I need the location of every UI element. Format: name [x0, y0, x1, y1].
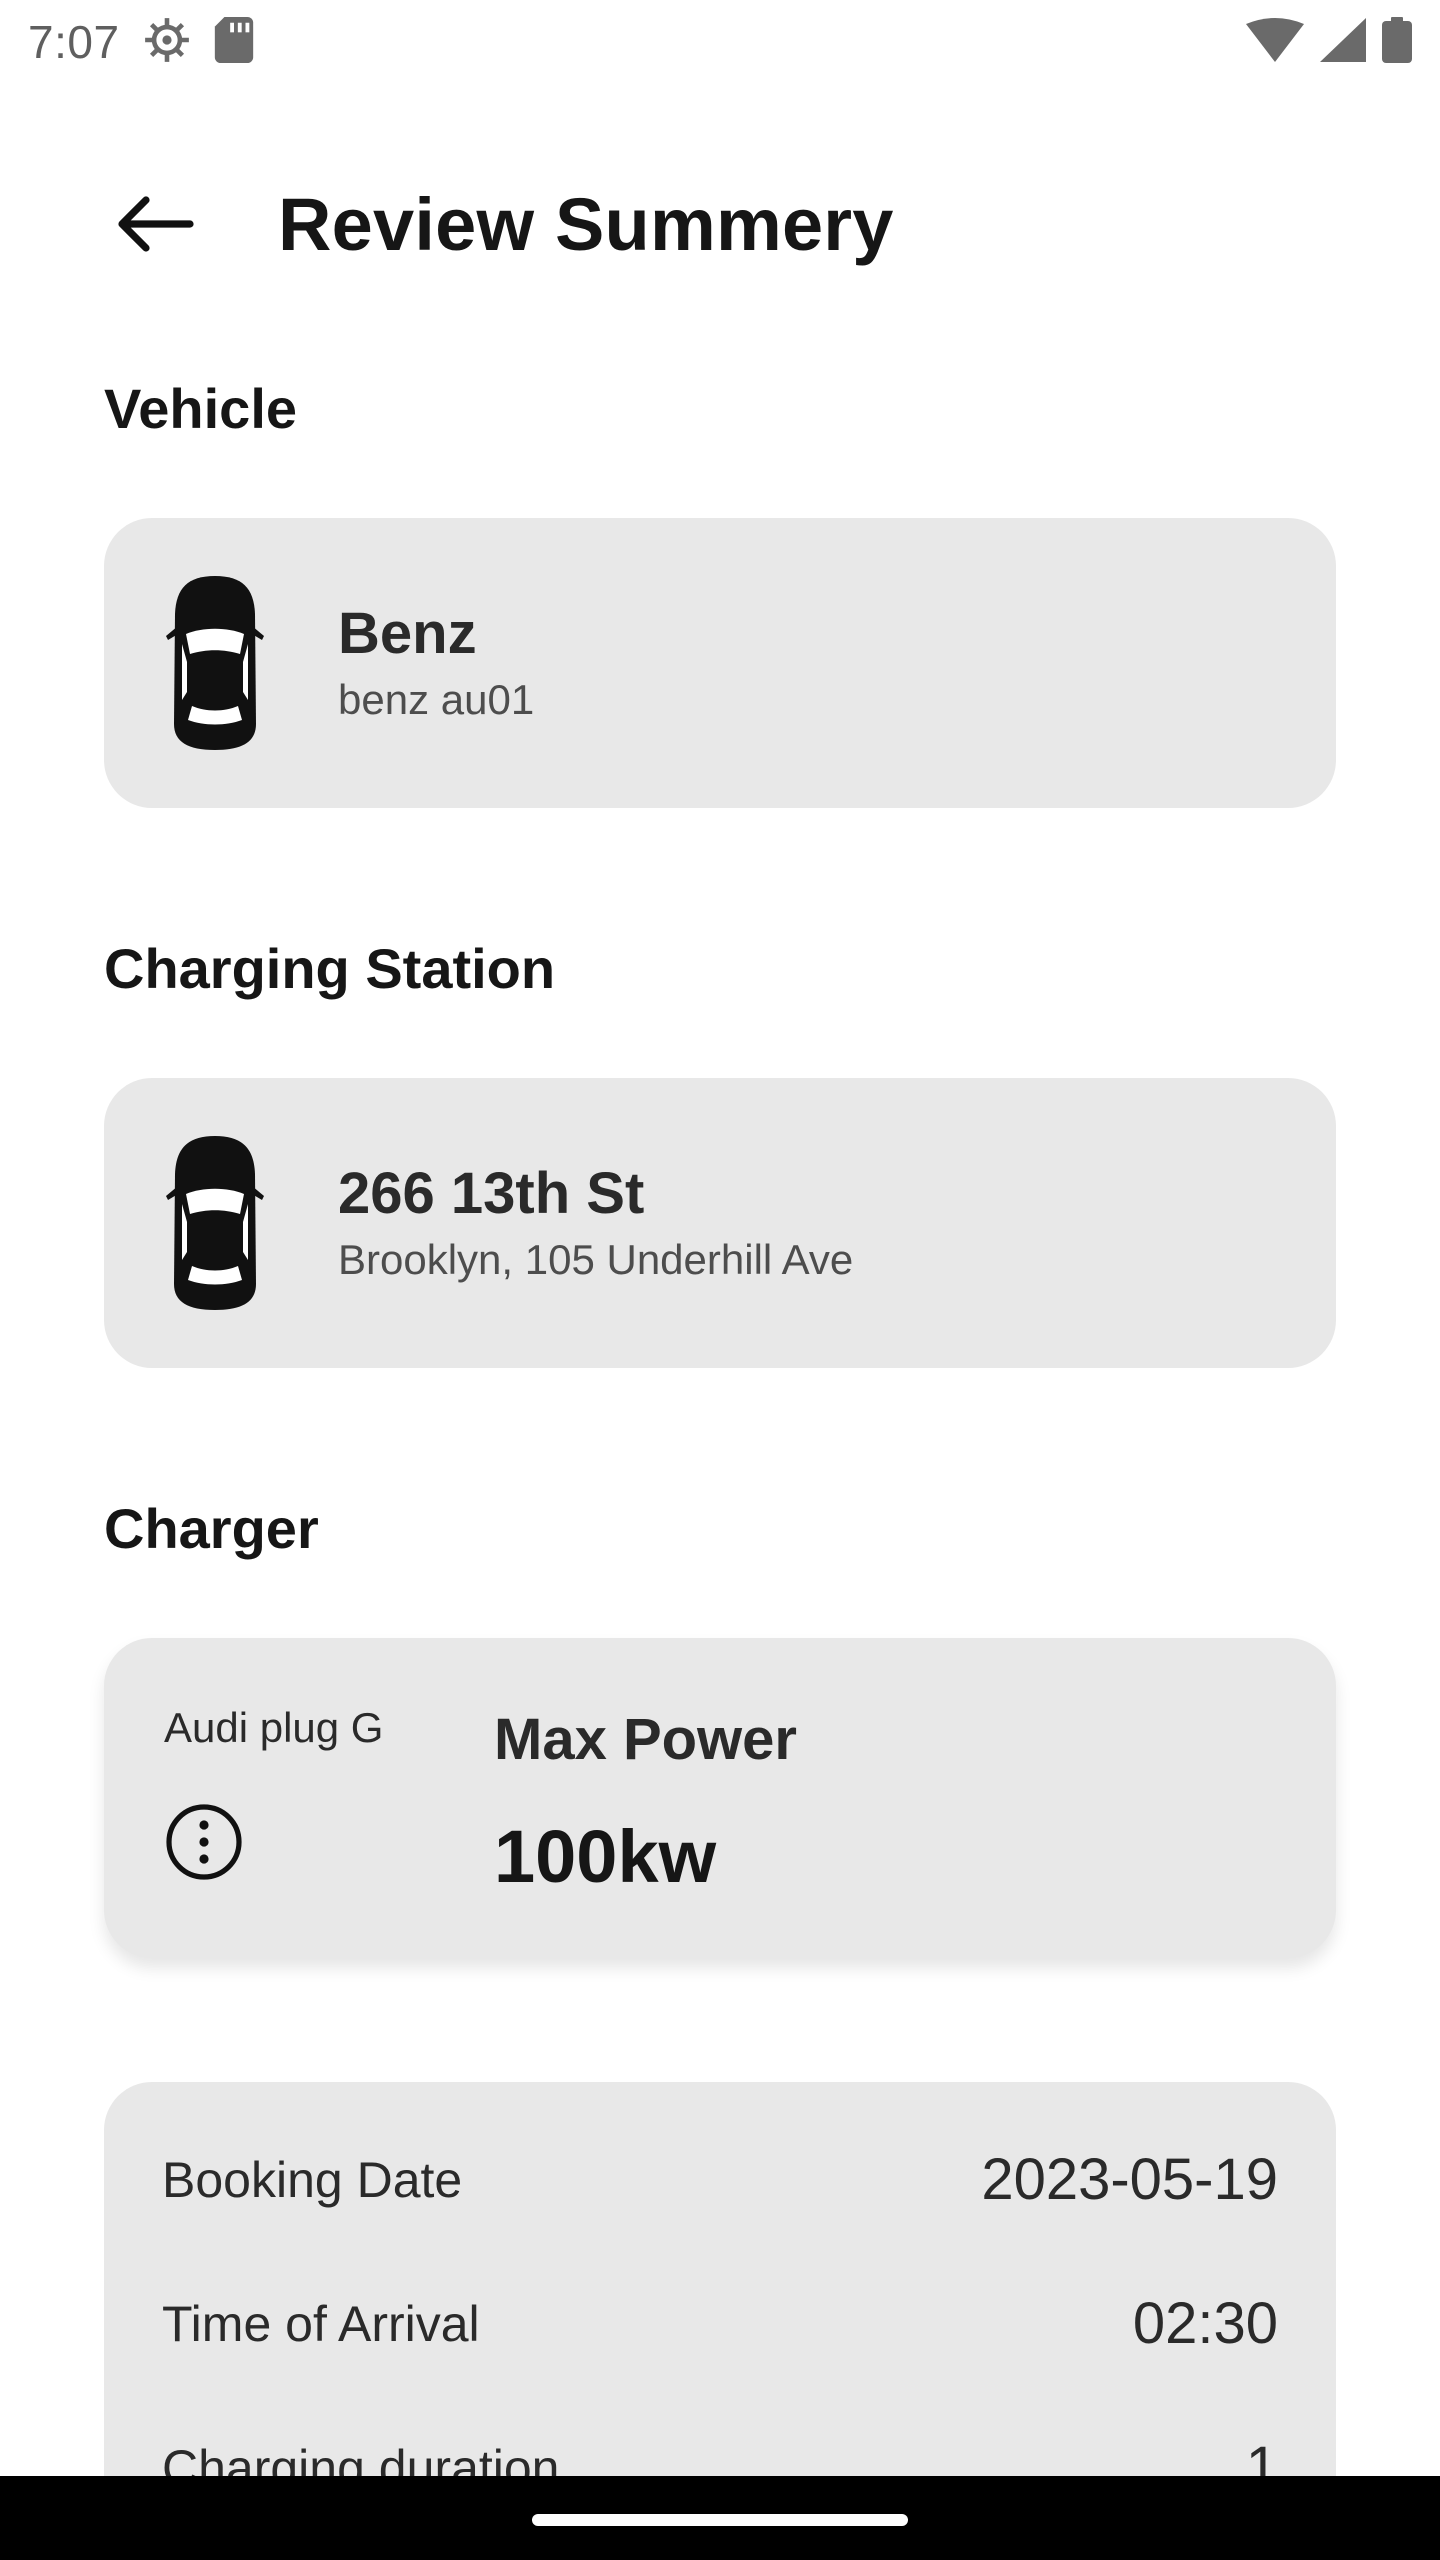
more-vertical-circle-icon[interactable] [164, 1802, 244, 1882]
arrival-time-label: Time of Arrival [162, 2295, 480, 2352]
booking-date-label: Booking Date [162, 2151, 463, 2208]
booking-date-value: 2023-05-19 [981, 2147, 1278, 2212]
arrival-time-row: Time of Arrival 02:30 [162, 2290, 1278, 2357]
vehicle-name: Benz [338, 601, 477, 666]
back-button[interactable] [104, 186, 204, 266]
max-power-label: Max Power [494, 1707, 797, 1772]
settings-icon [142, 15, 192, 70]
charger-card[interactable]: Audi plug G Max Power 100kw [104, 1638, 1336, 1958]
arrow-left-icon [114, 194, 194, 259]
wifi-icon [1246, 17, 1304, 67]
status-bar-right [1246, 16, 1412, 68]
navigation-bar [0, 2476, 1440, 2560]
vehicle-plate: benz au01 [338, 676, 535, 723]
review-summary-screen: 7:07 Review Summery Vehicle Benz benz au… [0, 0, 1440, 2560]
status-bar-left: 7:07 [28, 15, 254, 70]
status-time: 7:07 [28, 16, 120, 68]
sd-card-icon [214, 16, 254, 68]
charger-section-heading: Charger [104, 1497, 319, 1560]
arrival-time-value: 02:30 [1132, 2291, 1278, 2356]
status-bar: 7:07 [0, 0, 1440, 84]
max-power-value: 100kw [494, 1815, 717, 1898]
charger-plug-name: Audi plug G [164, 1704, 384, 1751]
vehicle-card[interactable]: Benz benz au01 [104, 518, 1336, 808]
battery-icon [1382, 16, 1412, 68]
cell-signal-icon [1320, 17, 1366, 67]
app-bar: Review Summery [0, 160, 1440, 290]
vehicle-section-heading: Vehicle [104, 377, 298, 440]
station-name: 266 13th St [338, 1161, 645, 1226]
station-section-heading: Charging Station [104, 937, 556, 1000]
home-indicator[interactable] [532, 2514, 908, 2526]
page-title: Review Summery [278, 183, 894, 266]
booking-date-row: Booking Date 2023-05-19 [162, 2146, 1278, 2213]
car-icon [160, 574, 270, 752]
station-address: Brooklyn, 105 Underhill Ave [338, 1236, 854, 1283]
station-card[interactable]: 266 13th St Brooklyn, 105 Underhill Ave [104, 1078, 1336, 1368]
car-icon [160, 1134, 270, 1312]
